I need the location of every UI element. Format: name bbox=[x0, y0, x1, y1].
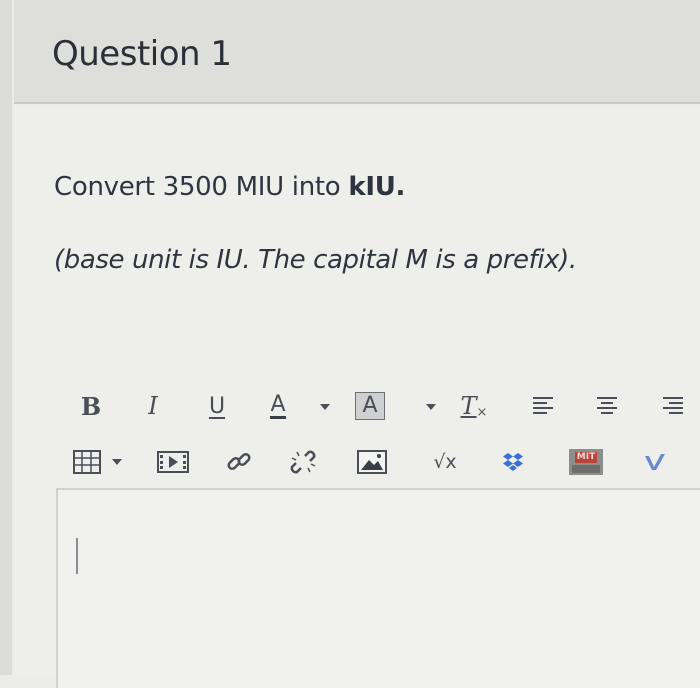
remove-format-button[interactable]: T × bbox=[458, 388, 490, 424]
vimeo-svg bbox=[645, 454, 665, 470]
font-color-button[interactable]: A bbox=[264, 388, 292, 424]
mit-ocw-icon[interactable]: MIT bbox=[568, 444, 604, 480]
align-right-svg bbox=[663, 397, 683, 414]
highlight-color-button[interactable]: A bbox=[352, 388, 388, 424]
italic-label: I bbox=[148, 392, 158, 420]
align-center-svg bbox=[597, 397, 617, 414]
unlink-svg bbox=[290, 450, 316, 474]
question-title: Question 1 bbox=[52, 34, 232, 74]
editor-toolbar-row-2: √x MIT bbox=[60, 444, 700, 484]
align-left-svg bbox=[533, 397, 553, 414]
media-svg bbox=[157, 451, 189, 473]
page-left-edge bbox=[0, 0, 12, 675]
prompt-text: Convert 3500 MIU into bbox=[54, 172, 349, 202]
vimeo-icon[interactable] bbox=[642, 444, 668, 480]
table-icon[interactable] bbox=[72, 444, 102, 480]
prompt-target-unit: kIU. bbox=[348, 172, 406, 202]
bold-label: B bbox=[80, 391, 102, 421]
bold-button[interactable]: B bbox=[78, 388, 104, 424]
question-note: (base unit is IU. The capital M is a pre… bbox=[54, 245, 577, 275]
math-label: √x bbox=[433, 451, 457, 473]
highlight-dropdown-caret[interactable] bbox=[426, 404, 436, 410]
mit-ocw-badge: MIT bbox=[569, 449, 603, 475]
font-color-label: A bbox=[270, 391, 286, 419]
underline-label: U bbox=[208, 393, 226, 419]
dropbox-svg bbox=[503, 453, 523, 471]
answer-editor[interactable] bbox=[56, 488, 700, 688]
font-color-dropdown-caret[interactable] bbox=[320, 404, 330, 410]
dropbox-icon[interactable] bbox=[500, 444, 526, 480]
math-equation-button[interactable]: √x bbox=[424, 444, 466, 480]
ocw-strip bbox=[572, 464, 600, 473]
underline-button[interactable]: U bbox=[204, 388, 230, 424]
table-svg bbox=[73, 450, 101, 474]
italic-button[interactable]: I bbox=[140, 388, 166, 424]
align-left-icon[interactable] bbox=[530, 388, 556, 424]
mit-label: MIT bbox=[574, 451, 598, 463]
text-cursor bbox=[76, 538, 78, 574]
remove-format-label: T bbox=[460, 392, 477, 420]
table-dropdown-caret[interactable] bbox=[112, 459, 122, 465]
link-svg bbox=[227, 452, 251, 471]
remove-format-x-icon: × bbox=[476, 404, 488, 420]
question-prompt: Convert 3500 MIU into kIU. bbox=[54, 172, 405, 202]
editor-toolbar-row-1: B I U A A T × bbox=[60, 388, 700, 428]
link-icon[interactable] bbox=[224, 444, 254, 480]
align-center-icon[interactable] bbox=[594, 388, 620, 424]
image-icon[interactable] bbox=[356, 444, 388, 480]
image-svg bbox=[357, 450, 387, 474]
align-right-icon[interactable] bbox=[660, 388, 686, 424]
unlink-icon[interactable] bbox=[288, 444, 318, 480]
highlight-color-label: A bbox=[355, 392, 385, 420]
media-icon[interactable] bbox=[156, 444, 190, 480]
